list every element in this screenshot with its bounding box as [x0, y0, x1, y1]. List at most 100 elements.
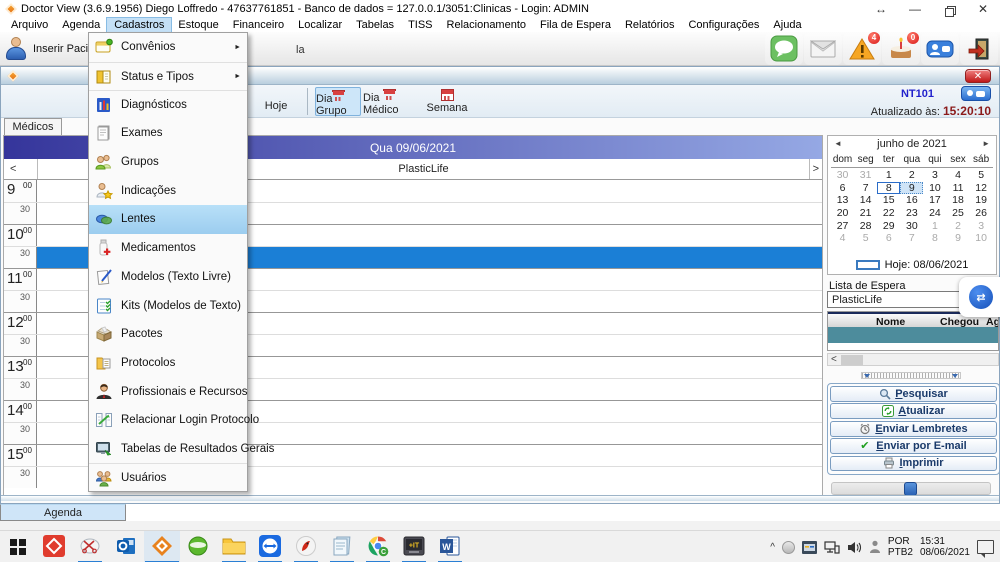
- calendar-day[interactable]: 13: [831, 194, 854, 207]
- restore-button[interactable]: [932, 2, 966, 16]
- calendar-day[interactable]: 11: [946, 182, 969, 195]
- imprimir-button[interactable]: Imprimir: [830, 456, 997, 472]
- tray-app-icon[interactable]: [802, 541, 817, 554]
- menubar-item-financeiro[interactable]: Financeiro: [226, 18, 291, 32]
- calendar-day-selected[interactable]: 9: [900, 182, 923, 195]
- calendar-day[interactable]: 26: [970, 207, 993, 220]
- menu-item-modelos-texto-livre-[interactable]: Modelos (Texto Livre): [89, 263, 247, 292]
- calendar-day[interactable]: 6: [831, 182, 854, 195]
- red-app[interactable]: [36, 531, 72, 562]
- teamviewer-overlay[interactable]: ⇄: [959, 277, 1000, 317]
- menubar-item-tiss[interactable]: TISS: [401, 18, 439, 32]
- calendar-day[interactable]: 22: [877, 207, 900, 220]
- teamviewer[interactable]: [252, 531, 288, 562]
- calendar-day[interactable]: 27: [831, 220, 854, 233]
- chrome[interactable]: C: [360, 531, 396, 562]
- view-semana-button[interactable]: Semana: [425, 87, 469, 116]
- enviar-por-e-mail-button[interactable]: ✔Enviar por E-mail: [830, 438, 997, 454]
- menubar-item-estoque[interactable]: Estoque: [171, 18, 225, 32]
- language-indicator[interactable]: POR PTB2: [888, 536, 913, 558]
- action-center-icon[interactable]: [977, 540, 994, 554]
- calendar-day[interactable]: 16: [900, 194, 923, 207]
- menubar-item-configurações[interactable]: Configurações: [681, 18, 766, 32]
- waitlist-hscrollbar[interactable]: <: [827, 353, 999, 366]
- resize-control[interactable]: ↔: [864, 2, 898, 16]
- network-icon[interactable]: [824, 541, 840, 554]
- calendar-day[interactable]: 24: [923, 207, 946, 220]
- contacts-mini-icon[interactable]: [961, 86, 991, 101]
- menubar-item-cadastros[interactable]: Cadastros: [107, 18, 171, 32]
- waitlist-row[interactable]: [828, 327, 998, 343]
- calendar-day[interactable]: 20: [831, 207, 854, 220]
- scrollbar-thumb[interactable]: [841, 355, 863, 365]
- calendar-day[interactable]: 5: [970, 169, 993, 182]
- menu-item-exames[interactable]: Exames: [89, 119, 247, 148]
- menu-item-pacotes[interactable]: Pacotes: [89, 320, 247, 349]
- menu-item-status-e-tipos[interactable]: Status e Tipos►: [89, 62, 247, 91]
- menubar-item-fila-de-espera[interactable]: Fila de Espera: [533, 18, 618, 32]
- exit-button[interactable]: [960, 33, 998, 65]
- menu-item-convênios[interactable]: Convênios►: [89, 33, 247, 62]
- enviar-lembretes-button[interactable]: Enviar Lembretes: [830, 421, 997, 437]
- calendar-day[interactable]: 14: [854, 194, 877, 207]
- bird-app[interactable]: [288, 531, 324, 562]
- calendar-today-row[interactable]: Hoje: 08/06/2021: [828, 259, 996, 271]
- calendar-day[interactable]: 12: [970, 182, 993, 195]
- calendar-day[interactable]: 1: [877, 169, 900, 182]
- tab-agenda[interactable]: Agenda: [0, 504, 126, 521]
- menu-item-kits-modelos-de-texto-[interactable]: Kits (Modelos de Texto): [89, 291, 247, 320]
- menu-item-grupos[interactable]: Grupos: [89, 148, 247, 177]
- alerts-button[interactable]: 4: [843, 33, 881, 65]
- menu-item-indicações[interactable]: Indicações: [89, 176, 247, 205]
- calendar-day[interactable]: 15: [877, 194, 900, 207]
- calendar-day[interactable]: 4: [946, 169, 969, 182]
- birthdays-button[interactable]: 0: [882, 33, 920, 65]
- clock[interactable]: 15:31 08/06/2021: [920, 536, 970, 558]
- file-explorer[interactable]: [216, 531, 252, 562]
- tray-circle-icon[interactable]: [782, 541, 795, 554]
- calendar-day[interactable]: 3: [923, 169, 946, 182]
- menubar-item-arquivo[interactable]: Arquivo: [4, 18, 55, 32]
- calendar-day[interactable]: 23: [900, 207, 923, 220]
- menubar-item-agenda[interactable]: Agenda: [55, 18, 107, 32]
- calendar-day[interactable]: 18: [946, 194, 969, 207]
- scroll-left-arrow[interactable]: <: [831, 354, 837, 365]
- atualizar-button[interactable]: Atualizar: [830, 403, 997, 419]
- slider-thumb[interactable]: [904, 482, 917, 496]
- mail-button[interactable]: [804, 33, 842, 65]
- calendar-day[interactable]: 19: [970, 194, 993, 207]
- contacts-button[interactable]: [921, 33, 959, 65]
- calendar-day[interactable]: 2: [900, 169, 923, 182]
- calendar-day[interactable]: 28: [854, 220, 877, 233]
- person-tray-icon[interactable]: [869, 540, 881, 554]
- green-app[interactable]: [180, 531, 216, 562]
- menu-item-protocolos[interactable]: Protocolos: [89, 349, 247, 378]
- calendar-day[interactable]: 1: [923, 220, 946, 233]
- calendar-day[interactable]: 7: [900, 232, 923, 245]
- word[interactable]: W: [432, 531, 468, 562]
- menu-item-relacionar-login-protocolo[interactable]: Relacionar Login Protocolo: [89, 406, 247, 435]
- calendar-day[interactable]: 31: [854, 169, 877, 182]
- calendar-day[interactable]: 9: [946, 232, 969, 245]
- menubar-item-relatórios[interactable]: Relatórios: [618, 18, 682, 32]
- snipping-tool[interactable]: [72, 531, 108, 562]
- view-dia-grupo-button[interactable]: Dia Grupo: [315, 87, 361, 116]
- calendar-day[interactable]: 4: [831, 232, 854, 245]
- calendar-day[interactable]: 2: [946, 220, 969, 233]
- calendar-day[interactable]: 17: [923, 194, 946, 207]
- calendar-day[interactable]: 3: [970, 220, 993, 233]
- next-column-button[interactable]: >: [813, 163, 819, 175]
- outlook[interactable]: [108, 531, 144, 562]
- doctor-view[interactable]: [144, 531, 180, 562]
- calendar-day[interactable]: 30: [900, 220, 923, 233]
- speaker-icon[interactable]: [847, 541, 862, 554]
- prev-column-button[interactable]: <: [10, 163, 16, 175]
- close-button[interactable]: ✕: [966, 2, 1000, 16]
- menu-item-diagnósticos[interactable]: Diagnósticos: [89, 90, 247, 119]
- tray-chevron-icon[interactable]: ^: [770, 542, 775, 553]
- menubar-item-localizar[interactable]: Localizar: [291, 18, 349, 32]
- notepad[interactable]: [324, 531, 360, 562]
- zoom-slider[interactable]: [831, 482, 991, 495]
- calendar-day[interactable]: 25: [946, 207, 969, 220]
- waitlist-dropdown[interactable]: PlasticLife ▼: [827, 291, 975, 308]
